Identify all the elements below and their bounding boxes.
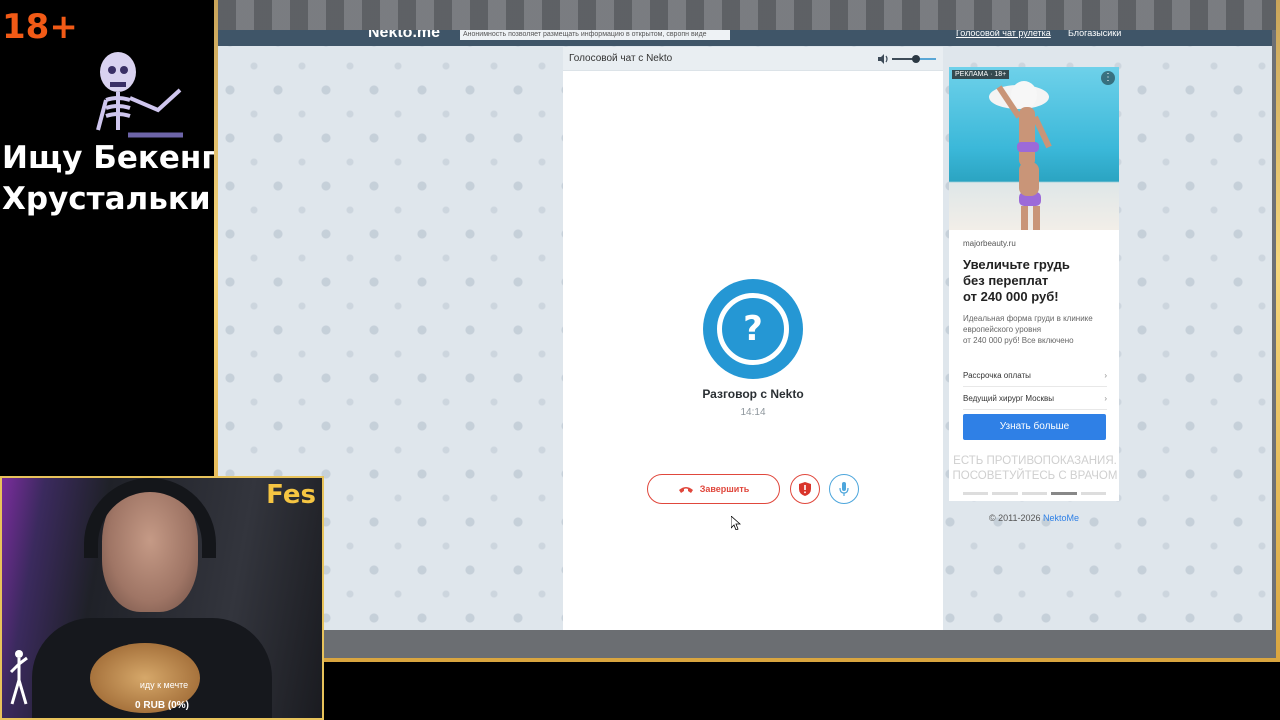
end-call-label: Завершить bbox=[699, 484, 750, 494]
more-options-icon[interactable]: ⋮ bbox=[1101, 71, 1115, 85]
browser-viewport: Nekto.me Анонимность позволяет размещать… bbox=[218, 30, 1272, 630]
carousel-dot-active[interactable] bbox=[1051, 492, 1077, 495]
site-navbar: Nekto.me Анонимность позволяет размещать… bbox=[218, 30, 1272, 46]
copyright-link[interactable]: NektoMe bbox=[1043, 513, 1079, 523]
site-notice: Анонимность позволяет размещать информац… bbox=[460, 30, 730, 40]
stream-screen: 18+ Ищу Бекенг Хрустальки Nekto.me Анони… bbox=[0, 0, 1280, 720]
carousel-dot[interactable] bbox=[1021, 492, 1048, 495]
ad-warning: ЕСТЬ ПРОТИВОПОКАЗАНИЯ. ПОСОВЕТУЙТЕСЬ С В… bbox=[952, 455, 1118, 482]
question-mark-icon: ? bbox=[717, 293, 789, 365]
nav-link-voice-roulette[interactable]: Голосовой чат рулетка bbox=[956, 30, 1051, 38]
browser-capture-frame: Nekto.me Анонимность позволяет размещать… bbox=[214, 0, 1280, 662]
partner-avatar: ? bbox=[703, 279, 803, 379]
microphone-button[interactable] bbox=[829, 474, 859, 504]
ad-description: Идеальная форма груди в клинике европейс… bbox=[963, 314, 1093, 345]
hang-up-icon bbox=[678, 487, 693, 493]
chat-title: Голосовой чат с Nekto bbox=[569, 53, 673, 64]
carousel-dot[interactable] bbox=[1080, 492, 1107, 495]
ad-carousel-dots[interactable] bbox=[963, 492, 1107, 495]
partner-name: Разговор с Nekto bbox=[702, 387, 804, 401]
ad-image[interactable]: РЕКЛАМА · 18+ ⋮ bbox=[949, 67, 1119, 230]
call-timer: 14:14 bbox=[740, 407, 766, 418]
speaker-icon[interactable] bbox=[876, 52, 890, 66]
advertisement-block[interactable]: РЕКЛАМА · 18+ ⋮ majorbeauty.ru Увеличьте… bbox=[949, 67, 1119, 501]
voice-chat-panel: Голосовой чат с Nekto ? Разговор с Nekto bbox=[563, 47, 943, 630]
webcam-name-label: Fes bbox=[266, 480, 316, 510]
ad-cta-button[interactable]: Узнать больше bbox=[963, 414, 1106, 440]
site-logo[interactable]: Nekto.me bbox=[368, 30, 440, 42]
carousel-dot[interactable] bbox=[992, 492, 1018, 495]
chat-header: Голосовой чат с Nekto bbox=[563, 47, 943, 71]
donation-goal: 0 RUB (0%) bbox=[135, 700, 189, 711]
ad-photo-figure bbox=[989, 81, 1052, 230]
end-call-button[interactable]: Завершить bbox=[647, 474, 780, 504]
copyright: © 2011-2026 NektoMe bbox=[949, 513, 1119, 523]
ad-link-surgeon[interactable]: Ведущий хирург Москвы › bbox=[963, 388, 1107, 410]
ad-link-installment[interactable]: Рассрочка оплаты › bbox=[963, 365, 1107, 387]
report-button[interactable] bbox=[790, 474, 820, 504]
dancer-icon bbox=[9, 650, 28, 705]
carousel-dot[interactable] bbox=[963, 492, 989, 495]
skeleton-icon bbox=[96, 52, 183, 138]
frame-inner: Nekto.me Анонимность позволяет размещать… bbox=[218, 0, 1276, 658]
volume-slider-handle[interactable] bbox=[912, 55, 921, 63]
ad-domain[interactable]: majorbeauty.ru bbox=[963, 239, 1016, 248]
chevron-right-icon: › bbox=[1104, 371, 1107, 380]
nav-link-blog[interactable]: Блогазысики bbox=[1068, 30, 1121, 38]
blurred-top-strip bbox=[218, 0, 1276, 30]
stream-title-line-2: Хрустальки bbox=[2, 181, 211, 217]
age-rating-badge: 18+ bbox=[2, 7, 78, 47]
webcam-caption: иду к мечте bbox=[139, 680, 189, 690]
copyright-text: © 2011-2026 bbox=[988, 513, 1043, 523]
ad-link-label: Ведущий хирург Москвы bbox=[963, 394, 1055, 403]
stream-title-line-1: Ищу Бекенг bbox=[2, 140, 218, 176]
ad-link-label: Рассрочка оплаты bbox=[963, 371, 1031, 380]
microphone-icon bbox=[839, 482, 849, 496]
shield-alert-icon bbox=[799, 482, 811, 496]
webcam-overlay: Fes иду к мечте bbox=[0, 476, 324, 720]
ad-label: РЕКЛАМА · 18+ bbox=[952, 70, 1010, 79]
stream-overlay-left: 18+ Ищу Бекенг Хрустальки bbox=[0, 0, 218, 478]
blurred-bottom-strip bbox=[218, 630, 1276, 658]
ad-headline[interactable]: Увеличьте грудь без переплат от 240 000 … bbox=[963, 257, 1113, 305]
mouse-cursor-icon bbox=[731, 516, 741, 530]
chevron-right-icon: › bbox=[1104, 394, 1107, 403]
stream-title: Ищу Бекенг Хрустальки bbox=[2, 138, 218, 220]
